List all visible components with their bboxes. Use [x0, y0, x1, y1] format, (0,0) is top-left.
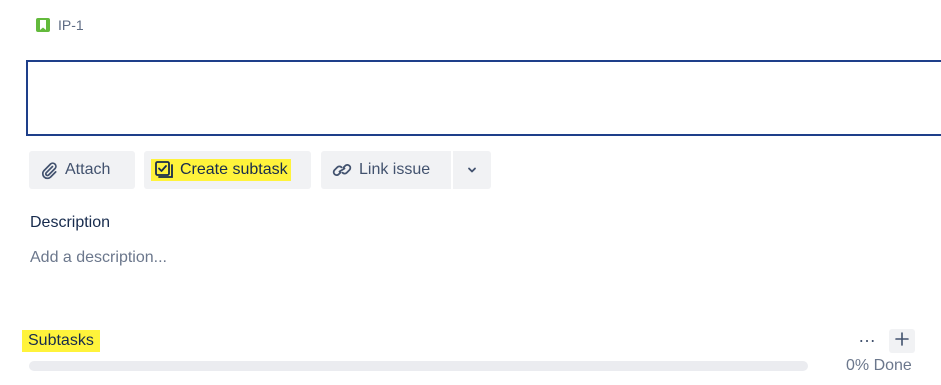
plus-icon	[895, 331, 909, 351]
create-subtask-highlight: Create subtask	[151, 159, 291, 181]
issue-key-label: IP-1	[58, 17, 84, 33]
link-issue-button[interactable]: Link issue	[321, 151, 451, 189]
link-icon	[331, 160, 353, 180]
attach-button[interactable]: Attach	[29, 151, 135, 189]
attach-label: Attach	[65, 161, 111, 178]
create-subtask-button[interactable]: Create subtask	[144, 151, 311, 189]
add-subtask-button[interactable]	[889, 329, 915, 353]
description-input[interactable]: Add a description...	[30, 249, 167, 267]
create-subtask-label: Create subtask	[180, 161, 288, 178]
more-actions-dropdown[interactable]	[453, 151, 491, 189]
issue-key[interactable]: IP-1	[36, 17, 84, 33]
subtasks-more-button[interactable]: …	[858, 326, 877, 347]
subtasks-progress-bar	[29, 361, 808, 371]
link-issue-label: Link issue	[359, 161, 431, 178]
chevron-down-icon	[466, 164, 478, 176]
story-icon	[36, 18, 50, 32]
subtasks-progress-text: 0% Done	[846, 357, 912, 374]
subtasks-heading: Subtasks	[22, 330, 100, 352]
paperclip-icon	[39, 160, 59, 180]
description-heading: Description	[30, 214, 111, 231]
subtask-icon	[154, 160, 174, 180]
summary-input[interactable]	[26, 60, 941, 136]
